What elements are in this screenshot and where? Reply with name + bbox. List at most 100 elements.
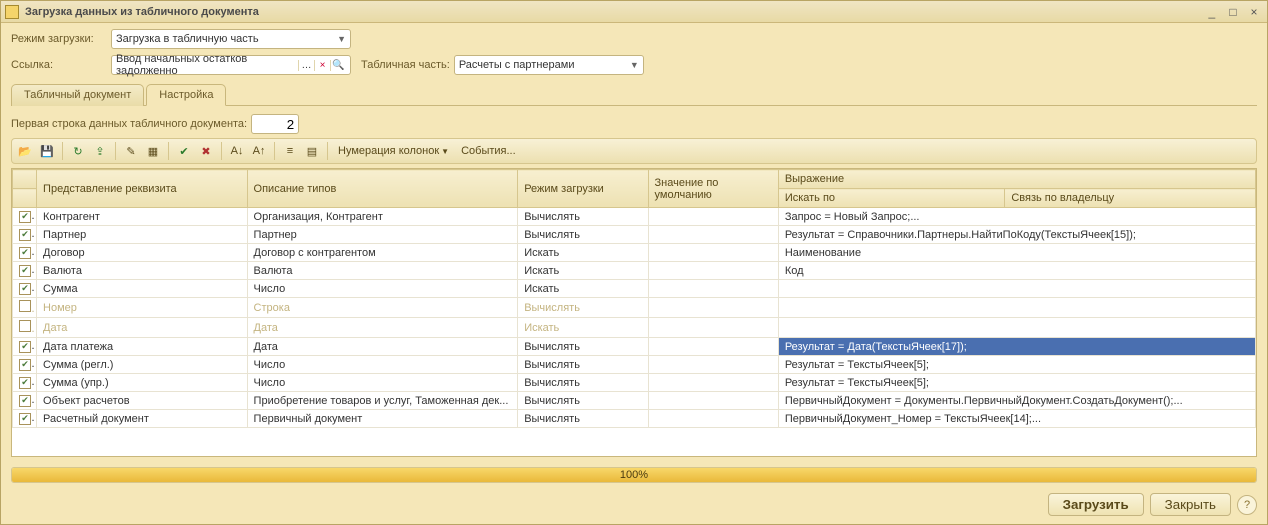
cell-expr[interactable]: Результат = Справочники.Партнеры.НайтиПо… — [778, 226, 1255, 244]
col-check2[interactable] — [13, 189, 37, 208]
cell-types[interactable]: Партнер — [247, 226, 518, 244]
cell-expr[interactable] — [778, 318, 1255, 338]
cell-repr[interactable]: Контрагент — [37, 208, 248, 226]
row-checkbox[interactable]: ✔ — [13, 262, 37, 280]
table-row[interactable]: ✔ДоговорДоговор с контрагентомИскать Наим… — [13, 244, 1256, 262]
close-button[interactable]: × — [1245, 5, 1263, 19]
tab-document[interactable]: Табличный документ — [11, 84, 144, 106]
table-row[interactable]: ✔Дата платежаДатаВычислятьРезультат = Да… — [13, 338, 1256, 356]
cell-repr[interactable]: Сумма (регл.) — [37, 356, 248, 374]
row-checkbox[interactable] — [13, 318, 37, 338]
cell-expr[interactable]: Результат = ТекстыЯчеек[5]; — [778, 356, 1255, 374]
mode-dropdown[interactable]: Загрузка в табличную часть ▼ — [111, 29, 351, 49]
refresh-icon[interactable]: ↻ — [69, 142, 87, 160]
cell-mode[interactable]: Вычислять — [518, 356, 648, 374]
cell-types[interactable]: Число — [247, 374, 518, 392]
col-check[interactable] — [13, 170, 37, 189]
cell-mode[interactable]: Вычислять — [518, 226, 648, 244]
save-icon[interactable]: 💾 — [38, 142, 56, 160]
cell-repr[interactable]: Номер — [37, 298, 248, 318]
ellipsis-button[interactable]: … — [298, 60, 314, 71]
col-repr[interactable]: Представление реквизита — [37, 170, 248, 208]
row-checkbox[interactable]: ✔ — [13, 392, 37, 410]
cell-mode[interactable]: Искать — [518, 318, 648, 338]
cell-default[interactable] — [648, 392, 778, 410]
columns-icon[interactable]: ▦ — [144, 142, 162, 160]
cell-types[interactable]: Валюта — [247, 262, 518, 280]
cell-mode[interactable]: Вычислять — [518, 208, 648, 226]
cell-types[interactable]: Число — [247, 280, 518, 298]
cell-expr[interactable]: Код — [778, 262, 1255, 280]
col-types[interactable]: Описание типов — [247, 170, 518, 208]
numbering-dropdown[interactable]: Нумерация колонок▼ — [334, 145, 453, 157]
export-icon[interactable]: ⇪ — [91, 142, 109, 160]
cell-default[interactable] — [648, 318, 778, 338]
cell-default[interactable] — [648, 338, 778, 356]
cell-repr[interactable]: Партнер — [37, 226, 248, 244]
clear-button[interactable]: × — [314, 60, 330, 71]
table-row[interactable]: ✔КонтрагентОрганизация, КонтрагентВычисл… — [13, 208, 1256, 226]
cell-default[interactable] — [648, 356, 778, 374]
cell-default[interactable] — [648, 262, 778, 280]
cell-mode[interactable]: Искать — [518, 244, 648, 262]
cell-expr[interactable]: Результат = ТекстыЯчеек[5]; — [778, 374, 1255, 392]
cell-repr[interactable]: Валюта — [37, 262, 248, 280]
cell-types[interactable]: Организация, Контрагент — [247, 208, 518, 226]
cell-types[interactable]: Договор с контрагентом — [247, 244, 518, 262]
cell-expr[interactable]: Запрос = Новый Запрос;... — [778, 208, 1255, 226]
row-checkbox[interactable]: ✔ — [13, 208, 37, 226]
table-row[interactable]: ✔СуммаЧислоИскать — [13, 280, 1256, 298]
first-row-input[interactable] — [251, 114, 299, 134]
cell-repr[interactable]: Дата платежа — [37, 338, 248, 356]
table-row[interactable]: ✔ВалютаВалютаИскатьКод — [13, 262, 1256, 280]
cell-types[interactable]: Первичный документ — [247, 410, 518, 428]
cell-default[interactable] — [648, 244, 778, 262]
table-icon[interactable]: ▤ — [303, 142, 321, 160]
col-owner[interactable]: Связь по владельцу — [1005, 189, 1256, 208]
cell-expr[interactable]: Результат = Дата(ТекстыЯчеек[17]); — [778, 338, 1255, 356]
cell-default[interactable] — [648, 410, 778, 428]
load-button[interactable]: Загрузить — [1048, 493, 1144, 516]
lookup-button[interactable]: 🔍 — [330, 60, 346, 71]
table-row[interactable]: ✔Объект расчетовПриобретение товаров и у… — [13, 392, 1256, 410]
row-checkbox[interactable]: ✔ — [13, 356, 37, 374]
cell-default[interactable] — [648, 226, 778, 244]
cell-types[interactable]: Приобретение товаров и услуг, Таможенная… — [247, 392, 518, 410]
edit-icon[interactable]: ✎ — [122, 142, 140, 160]
cell-mode[interactable]: Вычислять — [518, 374, 648, 392]
tab-settings[interactable]: Настройка — [146, 84, 226, 106]
cell-mode[interactable]: Искать — [518, 262, 648, 280]
maximize-button[interactable]: □ — [1224, 5, 1242, 19]
table-row[interactable]: ДатаДатаИскать — [13, 318, 1256, 338]
col-default[interactable]: Значение по умолчанию — [648, 170, 778, 208]
link-field[interactable]: Ввод начальных остатков задолженно … × 🔍 — [111, 55, 351, 75]
cell-default[interactable] — [648, 298, 778, 318]
row-checkbox[interactable]: ✔ — [13, 226, 37, 244]
cell-repr[interactable]: Расчетный документ — [37, 410, 248, 428]
table-row[interactable]: ✔ПартнерПартнерВычислятьРезультат = Спра… — [13, 226, 1256, 244]
sort-desc-icon[interactable]: A↑ — [250, 142, 268, 160]
col-search[interactable]: Искать по — [778, 189, 1005, 208]
row-checkbox[interactable] — [13, 298, 37, 318]
cell-expr[interactable]: Наименование — [778, 244, 1255, 262]
cell-mode[interactable]: Вычислять — [518, 410, 648, 428]
cell-expr[interactable]: ПервичныйДокумент_Номер = ТекстыЯчеек[14… — [778, 410, 1255, 428]
cell-repr[interactable]: Сумма (упр.) — [37, 374, 248, 392]
cell-mode[interactable]: Вычислять — [518, 298, 648, 318]
cell-mode[interactable]: Искать — [518, 280, 648, 298]
cell-expr[interactable]: ПервичныйДокумент = Документы.ПервичныйД… — [778, 392, 1255, 410]
cell-types[interactable]: Дата — [247, 338, 518, 356]
cell-repr[interactable]: Договор — [37, 244, 248, 262]
cell-mode[interactable]: Вычислять — [518, 392, 648, 410]
cell-types[interactable]: Строка — [247, 298, 518, 318]
tpart-dropdown[interactable]: Расчеты с партнерами ▼ — [454, 55, 644, 75]
cell-types[interactable]: Дата — [247, 318, 518, 338]
row-checkbox[interactable]: ✔ — [13, 244, 37, 262]
uncheck-all-icon[interactable]: ✖ — [197, 142, 215, 160]
cell-expr[interactable] — [778, 280, 1255, 298]
help-icon[interactable]: ? — [1237, 495, 1257, 515]
row-checkbox[interactable]: ✔ — [13, 374, 37, 392]
cell-types[interactable]: Число — [247, 356, 518, 374]
list-icon[interactable]: ≡ — [281, 142, 299, 160]
row-checkbox[interactable]: ✔ — [13, 338, 37, 356]
